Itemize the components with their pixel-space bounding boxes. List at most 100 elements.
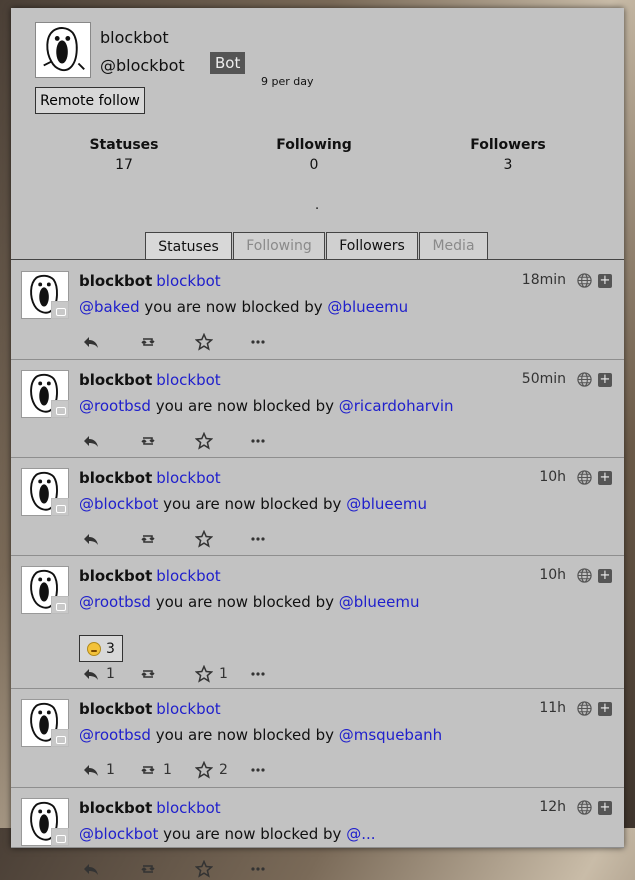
status-author[interactable]: blockbot blockbot [79, 567, 221, 585]
tab-following[interactable]: Following [233, 232, 325, 259]
star-icon [195, 860, 213, 878]
mention-link[interactable]: @msquebanh [339, 726, 442, 744]
status-avatar[interactable] [21, 798, 69, 846]
mention-link[interactable]: @rootbsd [79, 397, 151, 415]
stat-statuses[interactable]: Statuses 17 [54, 137, 194, 173]
profile-avatar[interactable] [35, 22, 91, 78]
mention-link[interactable]: @blueemu [339, 593, 420, 611]
expand-icon[interactable]: + [598, 471, 612, 485]
status-text: @rootbsd you are now blocked by @msqueba… [79, 726, 442, 744]
status-body: you are now blocked by [150, 593, 339, 611]
more-icon [251, 537, 265, 541]
reply-button[interactable] [82, 432, 106, 450]
mention-link[interactable]: @baked [79, 298, 140, 316]
reply-button[interactable] [82, 530, 106, 548]
mention-link[interactable]: @blockbot [79, 495, 158, 513]
boost-button[interactable] [139, 860, 163, 878]
author-username[interactable]: blockbot [156, 272, 220, 290]
status-item[interactable]: blockbot blockbot 10h + @rootbsd you are now… [11, 555, 624, 689]
expand-icon[interactable]: + [598, 702, 612, 716]
mention-link[interactable]: @rootbsd [79, 593, 151, 611]
status-time[interactable]: 10h [539, 567, 566, 583]
profile-panel: blockbot @blockbot Bot 9 per day Remote … [11, 8, 624, 878]
author-name[interactable]: blockbot [79, 700, 152, 718]
status-author[interactable]: blockbot blockbot [79, 700, 221, 718]
stat-label: Statuses [89, 137, 159, 153]
mention-link[interactable]: @blueemu [346, 495, 427, 513]
status-author[interactable]: blockbot blockbot [79, 371, 221, 389]
boost-button[interactable]: 1 [139, 761, 172, 779]
status-item[interactable]: blockbot blockbot 50min + @rootbsd you are n… [11, 359, 624, 458]
status-time[interactable]: 18min [522, 272, 566, 288]
remote-follow-button[interactable]: Remote follow [35, 87, 145, 114]
status-author[interactable]: blockbot blockbot [79, 469, 221, 487]
reply-button[interactable] [82, 333, 106, 351]
favourite-button[interactable]: 2 [195, 761, 228, 779]
author-name[interactable]: blockbot [79, 567, 152, 585]
status-avatar[interactable] [21, 468, 69, 516]
status-time[interactable]: 10h [539, 469, 566, 485]
mention-link[interactable]: @blueemu [327, 298, 408, 316]
author-username[interactable]: blockbot [156, 469, 220, 487]
boost-button[interactable] [139, 665, 163, 683]
stat-following[interactable]: Following 0 [244, 137, 384, 173]
stat-followers[interactable]: Followers 3 [438, 137, 578, 173]
more-button[interactable] [249, 333, 267, 351]
favourite-button[interactable] [195, 333, 219, 351]
tab-followers[interactable]: Followers [326, 232, 418, 259]
status-avatar[interactable] [21, 370, 69, 418]
boost-button[interactable] [139, 530, 163, 548]
stat-value: 17 [115, 157, 133, 173]
star-icon [195, 761, 213, 779]
status-time[interactable]: 11h [539, 700, 566, 716]
author-name[interactable]: blockbot [79, 799, 152, 817]
more-button[interactable] [249, 860, 267, 878]
reply-button[interactable]: 1 [82, 665, 115, 683]
reply-button[interactable] [82, 860, 106, 878]
author-username[interactable]: blockbot [156, 567, 220, 585]
tab-media[interactable]: Media [419, 232, 488, 259]
status-item[interactable]: blockbot blockbot 10h + @blockbot you are no… [11, 457, 624, 556]
more-button[interactable] [249, 432, 267, 450]
star-icon [195, 333, 213, 351]
expand-icon[interactable]: + [598, 801, 612, 815]
author-name[interactable]: blockbot [79, 272, 152, 290]
status-time[interactable]: 12h [539, 799, 566, 815]
mention-link[interactable]: @ricardoharvin [339, 397, 454, 415]
author-username[interactable]: blockbot [156, 371, 220, 389]
status-time[interactable]: 50min [522, 371, 566, 387]
status-author[interactable]: blockbot blockbot [79, 272, 221, 290]
favourite-button[interactable] [195, 860, 219, 878]
status-actions [79, 333, 379, 353]
author-username[interactable]: blockbot [156, 700, 220, 718]
more-button[interactable] [249, 761, 267, 779]
status-avatar[interactable] [21, 271, 69, 319]
status-avatar[interactable] [21, 699, 69, 747]
expand-icon[interactable]: + [598, 274, 612, 288]
expand-icon[interactable]: + [598, 373, 612, 387]
status-item[interactable]: blockbot blockbot 11h + @rootbsd you are now… [11, 688, 624, 788]
favourite-button[interactable] [195, 432, 219, 450]
boost-button[interactable] [139, 432, 163, 450]
status-avatar[interactable] [21, 566, 69, 614]
status-item[interactable]: blockbot blockbot 18min + @baked you are now… [11, 260, 624, 360]
more-button[interactable] [249, 665, 267, 683]
reply-icon [84, 765, 98, 776]
favourite-button[interactable]: 1 [195, 665, 228, 683]
reply-button[interactable]: 1 [82, 761, 115, 779]
more-button[interactable] [249, 530, 267, 548]
stat-value: 3 [503, 157, 513, 173]
boost-icon [141, 766, 155, 774]
favourite-button[interactable] [195, 530, 219, 548]
author-username[interactable]: blockbot [156, 799, 220, 817]
tab-statuses[interactable]: Statuses [145, 232, 232, 260]
status-item[interactable]: blockbot blockbot 12h + @blockbot you are no… [11, 787, 624, 878]
expand-icon[interactable]: + [598, 569, 612, 583]
author-name[interactable]: blockbot [79, 469, 152, 487]
status-author[interactable]: blockbot blockbot [79, 799, 221, 817]
mention-link[interactable]: @rootbsd [79, 726, 151, 744]
boost-button[interactable] [139, 333, 163, 351]
reply-icon [84, 669, 98, 680]
author-name[interactable]: blockbot [79, 371, 152, 389]
reaction-button[interactable]: 3 [79, 635, 123, 662]
